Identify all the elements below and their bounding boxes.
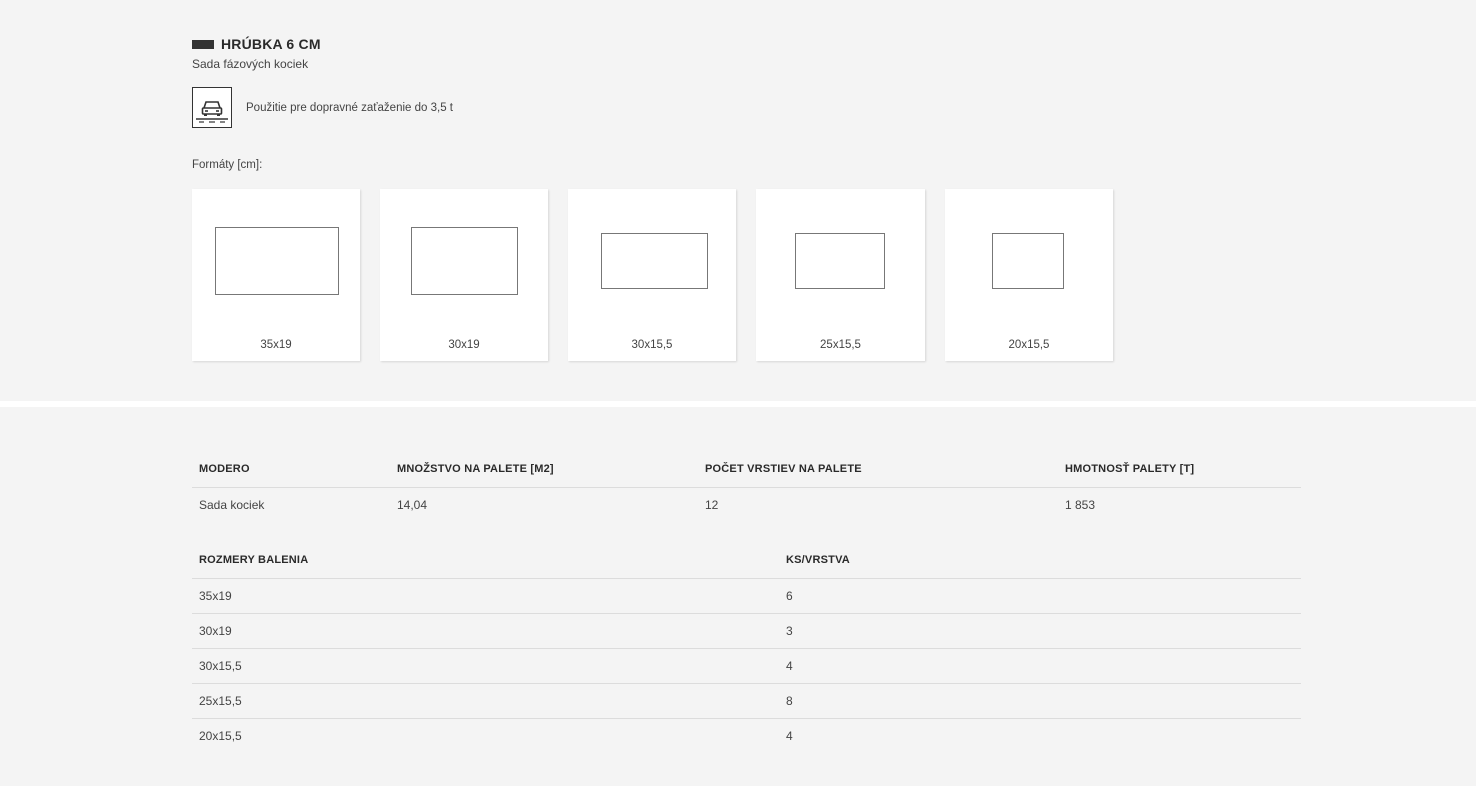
column-header: HMOTNOSŤ PALETY [T]: [1058, 451, 1301, 488]
format-label: 30x15,5: [631, 339, 673, 351]
table-row: 35x19 6: [192, 578, 1301, 614]
format-shape: [411, 227, 518, 295]
format-label: 35x19: [260, 339, 292, 351]
format-card[interactable]: 25x15,5: [756, 189, 925, 361]
column-header: MNOŽSTVO NA PALETE [M2]: [390, 451, 698, 488]
table-cell: 4: [779, 648, 1301, 684]
car-icon: [192, 87, 232, 128]
product-subtitle: Sada fázových kociek: [192, 57, 309, 71]
format-card[interactable]: 35x19: [192, 189, 360, 361]
table-cell: 35x19: [192, 578, 779, 614]
column-header: ROZMERY BALENIA: [192, 542, 779, 579]
column-header: MODERO: [192, 451, 390, 488]
table-row: 30x19 3: [192, 613, 1301, 649]
format-label: 30x19: [448, 339, 480, 351]
table-row: 30x15,5 4: [192, 648, 1301, 684]
thickness-heading: HRÚBKA 6 CM: [192, 36, 321, 52]
format-shape: [215, 227, 339, 295]
format-shape: [795, 233, 885, 289]
pallet-spec-table: MODERO MNOŽSTVO NA PALETE [M2] POČET VRS…: [192, 451, 1301, 522]
table-cell: 4: [786, 728, 793, 743]
packaging-table: ROZMERY BALENIA KS/VRSTVA 35x19 6 30x19 …: [192, 542, 1301, 753]
table-cell: 6: [779, 578, 1301, 614]
format-shape: [601, 233, 708, 289]
table-cell: 12: [705, 497, 719, 512]
thickness-title: HRÚBKA 6 CM: [221, 36, 321, 52]
usage-text: Použitie pre dopravné zaťaženie do 3,5 t: [246, 101, 453, 114]
format-shape: [992, 233, 1064, 289]
table-header-row: MODERO MNOŽSTVO NA PALETE [M2] POČET VRS…: [192, 451, 1301, 488]
table-cell: Sada kociek: [199, 497, 265, 512]
usage-row: Použitie pre dopravné zaťaženie do 3,5 t: [192, 87, 453, 128]
table-cell: 30x19: [192, 613, 779, 649]
format-label: 25x15,5: [820, 339, 861, 351]
table-cell: 30x15,5: [192, 648, 779, 684]
table-cell: 1 853: [1065, 497, 1096, 512]
table-cell: 14,04: [397, 497, 428, 512]
table-header-row: ROZMERY BALENIA KS/VRSTVA: [192, 542, 1301, 579]
table-cell: 20x15,5: [199, 728, 242, 743]
formats-list: 35x19 30x19 30x15,5 25x15,5 20x15,5: [192, 189, 1113, 361]
thickness-swatch: [192, 39, 214, 49]
table-cell: 25x15,5: [192, 683, 779, 719]
column-header: KS/VRSTVA: [779, 542, 1301, 579]
format-label: 20x15,5: [1008, 339, 1050, 351]
column-header: POČET VRSTIEV NA PALETE: [698, 451, 1058, 488]
table-cell: 8: [779, 683, 1301, 719]
product-section: HRÚBKA 6 CM Sada fázových kociek Použiti…: [0, 0, 1476, 401]
table-cell: 3: [779, 613, 1301, 649]
table-row: 20x15,5 4: [192, 718, 1301, 753]
format-card[interactable]: 30x19: [380, 189, 548, 361]
format-card[interactable]: 20x15,5: [945, 189, 1113, 361]
table-row: 25x15,5 8: [192, 683, 1301, 719]
table-row: Sada kociek 14,04 12 1 853: [192, 487, 1301, 522]
formats-label: Formáty [cm]:: [192, 159, 263, 171]
format-card[interactable]: 30x15,5: [568, 189, 736, 361]
